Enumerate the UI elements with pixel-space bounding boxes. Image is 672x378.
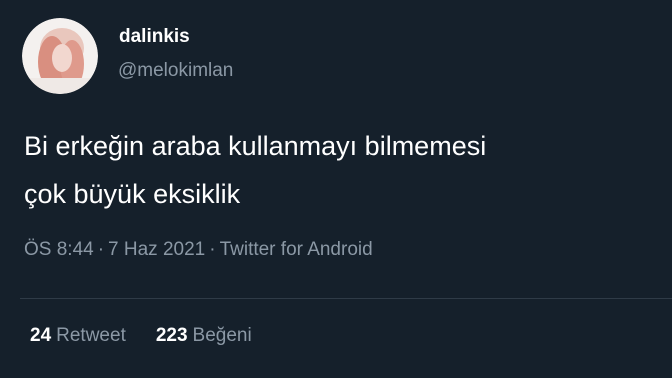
tweet-meta: ÖS 8:44 · 7 Haz 2021 · Twitter for Android bbox=[24, 239, 373, 261]
tweet-date[interactable]: 7 Haz 2021 bbox=[108, 239, 205, 260]
meta-separator: · bbox=[209, 239, 216, 260]
tweet-card: dalinkis @melokimlan Bi erkeğin araba ku… bbox=[0, 0, 672, 378]
retweet-count: 24 bbox=[30, 325, 52, 346]
engagement-stats: 24 Retweet 223 Beğeni bbox=[30, 325, 252, 347]
tweet-time[interactable]: ÖS 8:44 bbox=[24, 239, 94, 260]
divider bbox=[20, 298, 672, 299]
tweet-text-line: Bi erkeğin araba kullanmayı bilmemesi bbox=[24, 131, 487, 161]
retweet-label: Retweet bbox=[56, 325, 126, 346]
avatar-image bbox=[22, 18, 98, 94]
display-name[interactable]: dalinkis bbox=[119, 26, 190, 48]
like-count: 223 bbox=[155, 325, 188, 346]
tweet-text-line: çok büyük eksiklik bbox=[24, 179, 241, 209]
tweet-text: Bi erkeğin araba kullanmayı bilmemesi ço… bbox=[24, 122, 664, 218]
user-handle[interactable]: @melokimlan bbox=[118, 60, 233, 82]
like-label: Beğeni bbox=[192, 325, 252, 346]
meta-separator: · bbox=[97, 239, 105, 260]
avatar[interactable] bbox=[22, 18, 98, 94]
like-stat[interactable]: 223 Beğeni bbox=[156, 325, 252, 347]
retweet-stat[interactable]: 24 Retweet bbox=[30, 325, 126, 347]
tweet-source[interactable]: Twitter for Android bbox=[220, 239, 373, 260]
